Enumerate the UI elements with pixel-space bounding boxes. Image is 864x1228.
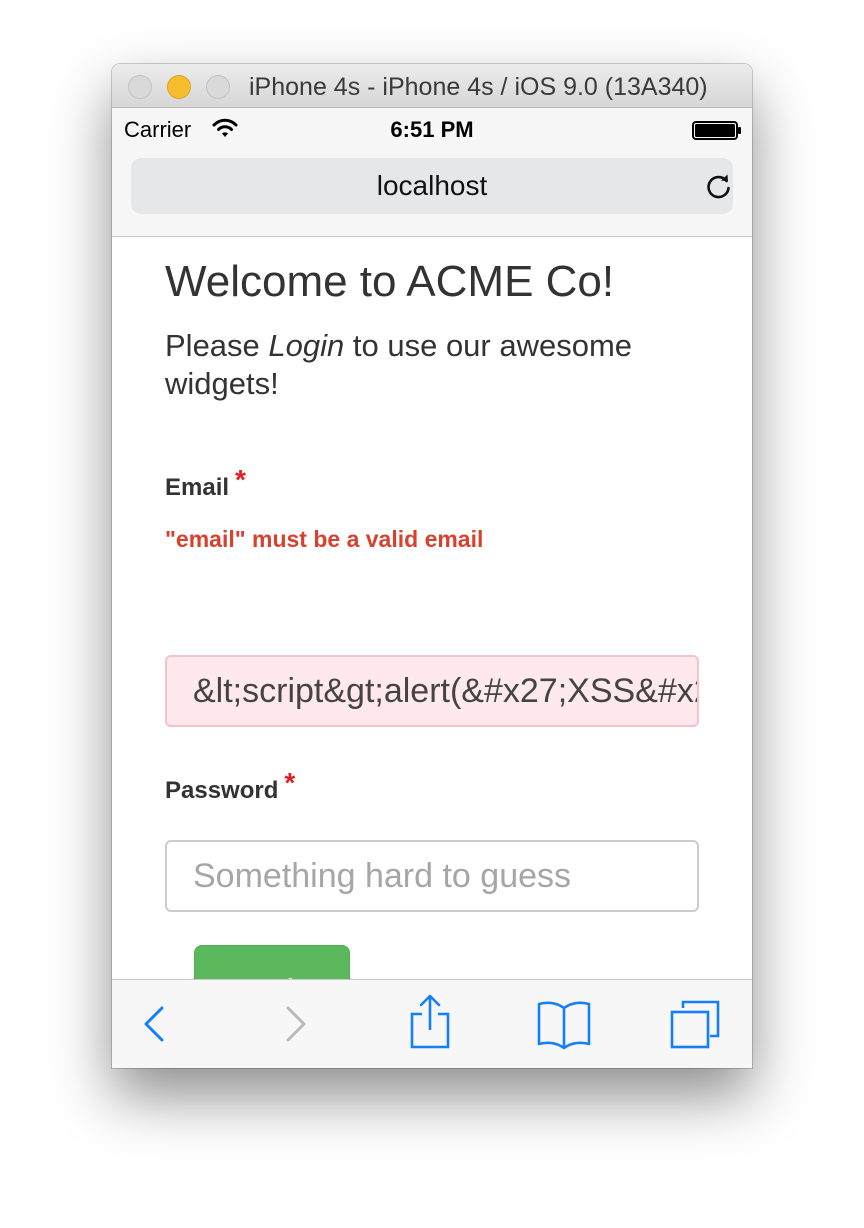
password-label-text: Password — [165, 777, 279, 804]
url-field[interactable]: localhost — [131, 158, 733, 214]
status-time: 6:51 PM — [390, 117, 474, 142]
minimize-window-button[interactable] — [167, 75, 191, 99]
ios-status-bar: Carrier 6:51 PM — [112, 108, 752, 150]
email-label-text: Email — [165, 474, 230, 501]
password-field[interactable]: Something hard to guess — [165, 840, 699, 912]
intro-emphasis: Login — [268, 328, 345, 363]
reload-icon[interactable] — [705, 172, 733, 205]
page-title: Welcome to ACME Co! — [165, 257, 615, 306]
intro-prefix: Please — [165, 328, 269, 363]
back-icon[interactable] — [138, 998, 172, 1055]
battery-icon — [692, 121, 742, 146]
safari-toolbar — [112, 979, 752, 1068]
bookmarks-icon[interactable] — [536, 998, 592, 1055]
url-text: localhost — [376, 170, 488, 201]
window-title: iPhone 4s - iPhone 4s / iOS 9.0 (13A340) — [249, 73, 708, 101]
safari-address-bar: localhost — [112, 150, 752, 237]
forward-icon[interactable] — [278, 998, 312, 1055]
intro-text: Please Login to use our awesome widgets! — [165, 327, 635, 403]
password-label: Password * — [165, 767, 295, 805]
password-required-mark: * — [284, 767, 296, 798]
tabs-icon[interactable] — [668, 998, 722, 1055]
window-titlebar: iPhone 4s - iPhone 4s / iOS 9.0 (13A340) — [112, 64, 752, 108]
simulator-window: iPhone 4s - iPhone 4s / iOS 9.0 (13A340)… — [112, 64, 752, 1068]
email-error-message: "email" must be a valid email — [165, 526, 484, 552]
web-page-content: Welcome to ACME Co! Please Login to use … — [112, 237, 752, 979]
email-label: Email * — [165, 464, 246, 502]
email-field[interactable]: &lt;script&gt;alert(&#x27;XSS&#x27;)&lt;… — [165, 655, 699, 727]
zoom-window-button[interactable] — [206, 75, 230, 99]
email-required-mark: * — [235, 464, 246, 495]
login-button[interactable]: Login — [194, 945, 350, 979]
close-window-button[interactable] — [128, 75, 152, 99]
share-icon[interactable] — [408, 994, 452, 1055]
